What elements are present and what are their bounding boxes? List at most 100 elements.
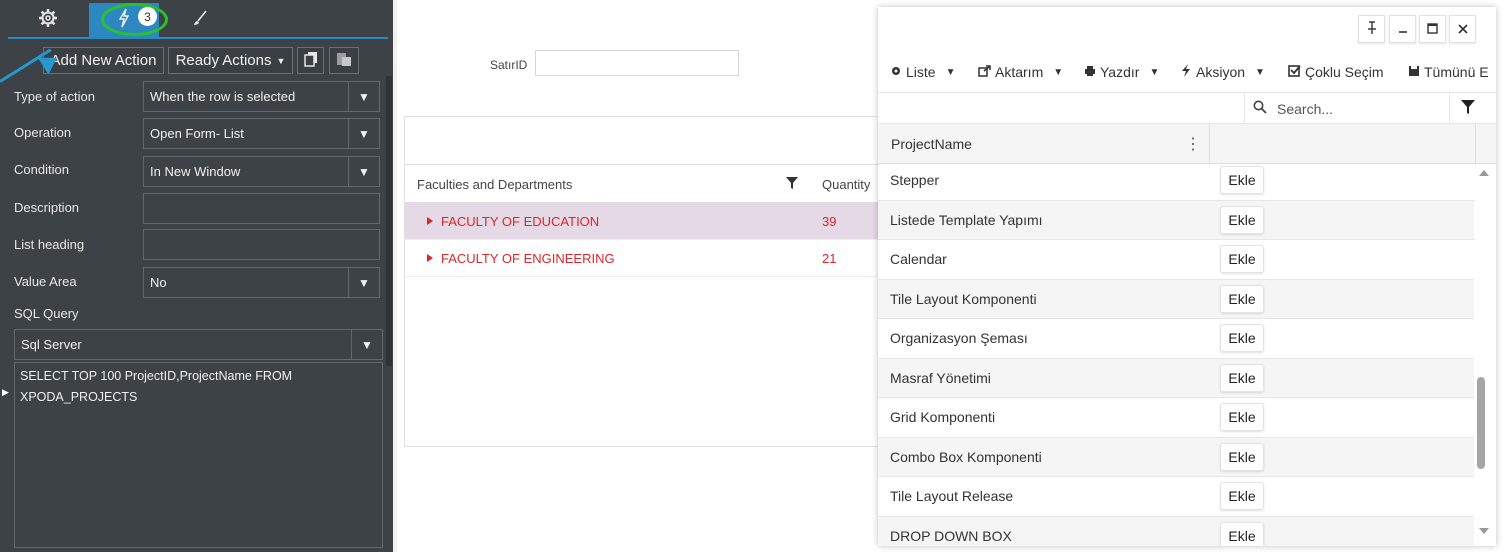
filter-icon[interactable] — [1460, 99, 1476, 120]
caret-down-icon: ▼ — [945, 66, 956, 78]
sql-dialect-value: Sql Server — [21, 337, 82, 352]
checkbox-icon — [1288, 64, 1301, 80]
table-row[interactable]: FACULTY OF EDUCATION 39 — [405, 203, 883, 240]
ekle-button[interactable]: Ekle — [1220, 284, 1264, 313]
list-heading-label: List heading — [14, 237, 85, 252]
search-placeholder: Search... — [1277, 100, 1334, 117]
sql-dialect-select[interactable]: Sql Server ▼ — [14, 329, 383, 360]
tumunu-label: Tümünü E — [1424, 64, 1489, 80]
caret-down-icon: ▼ — [1053, 66, 1064, 78]
project-name: Combo Box Komponenti — [890, 448, 1042, 465]
panel-scrollbar[interactable] — [386, 76, 392, 366]
yazdir-menu[interactable]: Yazdır ▼ — [1084, 64, 1159, 80]
coklu-secim-button[interactable]: Çoklu Seçim — [1288, 64, 1384, 80]
copy-button[interactable] — [297, 47, 324, 74]
list-item[interactable]: Grid Komponenti Ekle — [878, 398, 1474, 438]
scroll-thumb[interactable] — [1477, 377, 1485, 469]
scroll-down-icon[interactable] — [1479, 528, 1489, 534]
aksiyon-menu[interactable]: Aksiyon ▼ — [1180, 64, 1265, 80]
list-item[interactable]: DROP DOWN BOX Ekle — [878, 516, 1474, 546]
ready-actions-button[interactable]: Ready Actions ▼ — [168, 47, 293, 74]
printer-icon — [1084, 64, 1096, 80]
operation-select[interactable]: Open Form- List ▼ — [143, 118, 380, 149]
paste-button[interactable] — [329, 47, 359, 74]
caret-down-icon: ▼ — [1149, 66, 1160, 78]
value-area-value: No — [150, 275, 167, 290]
ekle-button[interactable]: Ekle — [1220, 442, 1264, 471]
minimize-button[interactable] — [1389, 15, 1416, 43]
project-name: Stepper — [890, 172, 940, 188]
caret-down-icon: ▼ — [348, 119, 379, 148]
ekle-button[interactable]: Ekle — [1220, 324, 1264, 352]
type-of-action-select[interactable]: When the row is selected ▼ — [143, 81, 380, 112]
popup-scrollbar[interactable] — [1475, 164, 1496, 546]
row-quantity: 39 — [822, 214, 837, 229]
caret-down-icon: ▼ — [348, 268, 379, 297]
satir-id-input[interactable] — [535, 50, 739, 76]
list-item[interactable]: Masraf Yönetimi Ekle — [878, 358, 1474, 398]
panel-divider — [393, 0, 397, 552]
actions-count-badge: 3 — [138, 7, 157, 26]
project-list-popup: Liste ▼ Aktarım ▼ Yazdır ▼ Aksiyon ▼ Çok… — [878, 7, 1496, 546]
pin-button[interactable] — [1358, 15, 1385, 43]
expand-icon[interactable] — [427, 254, 433, 262]
type-of-action-label: Type of action — [14, 89, 95, 104]
list-item[interactable]: Organizasyon Şeması Ekle — [878, 319, 1474, 359]
close-icon — [1457, 21, 1468, 37]
tumunu-button[interactable]: Tümünü E — [1408, 64, 1489, 80]
project-rows: Stepper Ekle Listede Template Yapımı Ekl… — [878, 164, 1474, 546]
tab-style[interactable] — [160, 3, 240, 37]
copy-icon — [303, 51, 318, 71]
operation-value: Open Form- List — [150, 126, 244, 141]
project-name: Tile Layout Komponenti — [890, 290, 1037, 307]
filter-icon[interactable] — [785, 176, 799, 193]
search-icon — [1253, 100, 1267, 117]
list-item[interactable]: Calendar Ekle — [878, 240, 1474, 280]
list-item[interactable]: Stepper Ekle — [878, 164, 1474, 201]
liste-menu[interactable]: Liste ▼ — [890, 64, 955, 80]
list-heading-input[interactable] — [143, 229, 380, 260]
column-separator — [1209, 124, 1210, 164]
list-item[interactable]: Tile Layout Release Ekle — [878, 477, 1474, 517]
close-button[interactable] — [1449, 15, 1476, 43]
ekle-button[interactable]: Ekle — [1220, 403, 1264, 431]
sql-query-label: SQL Query — [14, 306, 79, 321]
sql-query-editor[interactable]: SELECT TOP 100 ProjectID,ProjectName FRO… — [14, 362, 383, 548]
maximize-button[interactable] — [1419, 15, 1446, 43]
tab-settings[interactable] — [8, 3, 88, 37]
app-root: 3 Add New Action Ready Actions ▼ Type of… — [0, 0, 1510, 552]
aktarim-menu[interactable]: Aktarım ▼ — [978, 64, 1063, 80]
expand-icon[interactable] — [427, 217, 433, 225]
highlight-ring — [101, 3, 168, 36]
ekle-button[interactable]: Ekle — [1220, 363, 1264, 392]
ekle-button[interactable]: Ekle — [1220, 482, 1264, 510]
scroll-up-icon[interactable] — [1479, 170, 1489, 176]
column-menu-icon[interactable]: ⋮ — [1185, 134, 1201, 154]
project-name: Tile Layout Release — [890, 488, 1014, 504]
column-header-projectname[interactable]: ProjectName — [891, 136, 972, 152]
ekle-button[interactable]: Ekle — [1220, 166, 1264, 194]
list-item[interactable]: Tile Layout Komponenti Ekle — [878, 279, 1474, 319]
coklu-secim-label: Çoklu Seçim — [1305, 64, 1384, 80]
ekle-button[interactable]: Ekle — [1220, 521, 1264, 546]
caret-down-icon: ▼ — [348, 82, 379, 111]
row-name: FACULTY OF EDUCATION — [441, 214, 600, 229]
project-name: DROP DOWN BOX — [890, 527, 1012, 544]
bolt-icon — [1180, 64, 1192, 80]
row-quantity: 21 — [822, 251, 837, 266]
faculties-grid: Faculties and Departments Quantity FACUL… — [404, 116, 884, 447]
value-area-select[interactable]: No ▼ — [143, 267, 380, 298]
ekle-button[interactable]: Ekle — [1220, 205, 1264, 234]
pin-icon — [1367, 20, 1377, 38]
table-row[interactable]: FACULTY OF ENGINEERING 21 — [405, 240, 883, 277]
list-item[interactable]: Listede Template Yapımı Ekle — [878, 200, 1474, 240]
ekle-button[interactable]: Ekle — [1220, 245, 1264, 273]
condition-select[interactable]: In New Window ▼ — [143, 156, 380, 187]
caret-down-icon: ▼ — [351, 330, 382, 359]
operation-label: Operation — [14, 125, 72, 140]
project-name: Grid Komponenti — [890, 409, 996, 425]
description-input[interactable] — [143, 193, 380, 224]
list-item[interactable]: Combo Box Komponenti Ekle — [878, 437, 1474, 477]
search-input[interactable]: Search... — [1244, 93, 1450, 124]
add-new-action-button[interactable]: Add New Action — [43, 47, 164, 74]
